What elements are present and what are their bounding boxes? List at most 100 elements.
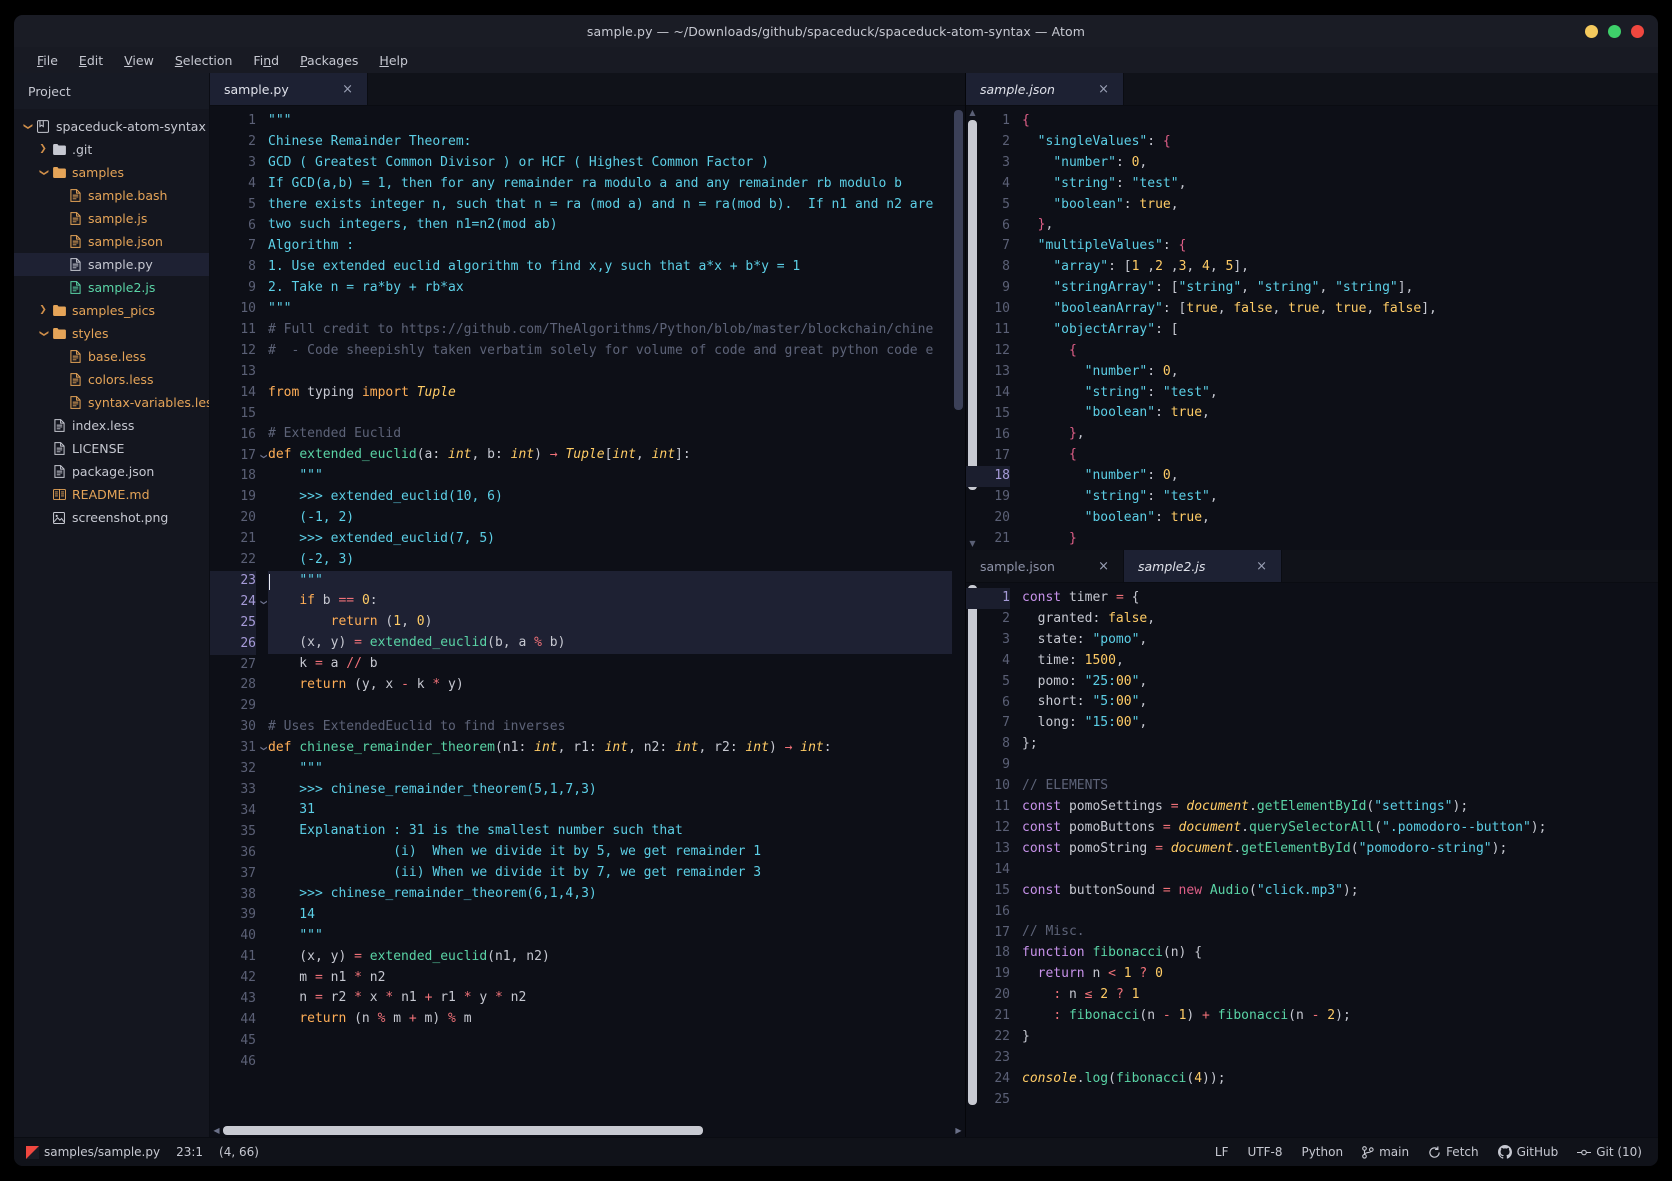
line-number: 12 — [994, 342, 1010, 358]
code-line: """ — [299, 468, 323, 484]
pane-right-column: sample.json × ▲ ▼ 1 2 3 4 5 6 7 8 9 10 11 12 13 14 15 16… — [966, 73, 1658, 1137]
minimize-button[interactable] — [1585, 24, 1598, 38]
status-fetch[interactable]: Fetch — [1428, 1145, 1479, 1159]
tree-item-base-less[interactable]: base.less — [14, 345, 209, 368]
tree-item-label: styles — [72, 326, 109, 341]
tree-item-sample2-js[interactable]: sample2.js — [14, 276, 209, 299]
file-icon — [66, 258, 84, 271]
scroll-track[interactable] — [223, 1126, 952, 1135]
line-numbers-js: 1 2 3 4 5 6 7 8 9 10 11 12 13 14 15 16 17 18 19 20 21 22 23 24 2… — [966, 583, 1018, 1137]
editor-json[interactable]: ▲ ▼ 1 2 3 4 5 6 7 8 9 10 11 12 13 14 15 16 17 18 19 20 21 { … — [966, 106, 1658, 551]
editor-javascript[interactable]: 1 2 3 4 5 6 7 8 9 10 11 12 13 14 15 16 17 18 19 20 21 22 23 24 2… — [966, 583, 1658, 1137]
status-branch[interactable]: main — [1362, 1145, 1409, 1159]
close-icon[interactable]: × — [1098, 559, 1109, 574]
code-line: function fibonacci(n) { — [1022, 945, 1203, 961]
line-number: 31 ❯ — [210, 738, 267, 759]
file-icon — [66, 189, 84, 202]
tab-sample-py[interactable]: sample.py × — [210, 73, 368, 105]
status-cursor-position[interactable]: 23:1 — [176, 1145, 203, 1159]
chevron-down-icon[interactable]: ❯ — [39, 166, 49, 180]
menu-file[interactable]: File — [28, 50, 67, 71]
tab-sample2-js[interactable]: sample2.js × — [1124, 550, 1282, 583]
tree-item-samples-pics[interactable]: ❯ samples_pics — [14, 299, 209, 322]
line-number: 19 — [994, 489, 1010, 505]
line-number: 25 — [210, 612, 256, 634]
menu-find[interactable]: Find — [244, 50, 288, 71]
tree-item-sample-json[interactable]: sample.json — [14, 230, 209, 253]
code-content-json[interactable]: { "singleValues": { "number": 0, "string… — [1018, 106, 1658, 550]
code-line: Algorithm : — [268, 238, 355, 254]
editor-python[interactable]: 1 2 3 4 5 6 7 8 9 10 11 12 13 14 15 16 17 ❯ 18 19 20 21 22 23 24… — [210, 106, 965, 1124]
tree-item-sample-py[interactable]: sample.py — [14, 253, 209, 276]
scroll-left-arrow[interactable]: ◀ — [210, 1126, 223, 1135]
tree-item-package-json[interactable]: package.json — [14, 460, 209, 483]
status-selection-size[interactable]: (4, 66) — [219, 1145, 259, 1159]
scroll-thumb[interactable] — [954, 110, 963, 410]
maximize-button[interactable] — [1608, 24, 1621, 38]
code-line: Chinese Remainder Theorem: — [268, 133, 472, 149]
tree-item-colors-less[interactable]: colors.less — [14, 368, 209, 391]
code-line: } — [1068, 530, 1077, 546]
scroll-right-arrow[interactable]: ▶ — [952, 1126, 965, 1135]
chevron-right-icon[interactable]: ❯ — [36, 306, 50, 315]
horizontal-scrollbar-left[interactable]: ◀ ▶ — [210, 1124, 965, 1137]
code-content-left[interactable]: """ Chinese Remainder Theorem: GCD ( Great… — [264, 106, 965, 1124]
line-number: 18 — [240, 468, 256, 484]
line-number: 25 — [994, 1091, 1010, 1107]
git-commit-icon — [1577, 1149, 1592, 1155]
file-icon — [66, 235, 84, 248]
menu-view[interactable]: View — [115, 50, 163, 71]
line-number: 24 — [994, 1070, 1010, 1086]
tree-item-styles[interactable]: ❯ styles — [14, 322, 209, 345]
tree-item-syntax-variables-less[interactable]: syntax-variables.less — [14, 391, 209, 414]
scroll-thumb[interactable] — [223, 1126, 703, 1135]
tree-item-spaceduck-atom-syntax[interactable]: ❯ spaceduck-atom-syntax — [14, 115, 209, 138]
status-file-item[interactable]: samples/sample.py — [26, 1145, 160, 1159]
status-grammar[interactable]: Python — [1301, 1145, 1343, 1159]
code-line: const pomoButtons = document.querySelect… — [1022, 819, 1547, 835]
tree-item-samples[interactable]: ❯ samples — [14, 161, 209, 184]
line-number: 17 — [994, 924, 1010, 940]
status-github[interactable]: GitHub — [1497, 1145, 1558, 1159]
file-icon — [66, 281, 84, 294]
code-line: } — [1022, 1028, 1030, 1044]
status-git-label: Git (10) — [1596, 1145, 1642, 1159]
code-line: (i) When we divide it by 5, we get remai… — [268, 844, 762, 860]
tree-item-readme-md[interactable]: README.md — [14, 483, 209, 506]
line-number: 45 — [240, 1032, 256, 1048]
tree-item-screenshot-png[interactable]: screenshot.png — [14, 506, 209, 529]
chevron-down-icon[interactable]: ❯ — [39, 327, 49, 341]
tree-item-sample-js[interactable]: sample.js — [14, 207, 209, 230]
code-line: >>> extended_euclid(7, 5) — [268, 530, 495, 546]
line-number: 6 — [1002, 694, 1010, 710]
tree-item-index-less[interactable]: index.less — [14, 414, 209, 437]
tree-item--git[interactable]: ❯ .git — [14, 138, 209, 161]
menu-edit[interactable]: Edit — [70, 50, 112, 71]
status-line-ending[interactable]: LF — [1215, 1145, 1229, 1159]
menu-help[interactable]: Help — [370, 50, 417, 71]
close-icon[interactable]: × — [1098, 82, 1109, 97]
chevron-down-icon[interactable]: ❯ — [23, 120, 33, 134]
git-branch-icon — [1362, 1145, 1374, 1159]
status-git[interactable]: Git (10) — [1577, 1145, 1642, 1159]
chevron-right-icon[interactable]: ❯ — [36, 145, 50, 154]
vertical-scrollbar-left[interactable] — [952, 106, 965, 1124]
tab-sample-json[interactable]: sample.json × — [966, 550, 1124, 583]
code-content-js[interactable]: const timer = { granted: false, state: "… — [1018, 583, 1658, 1137]
code-line: "boolean": true, — [1053, 196, 1179, 212]
tree-item-sample-bash[interactable]: sample.bash — [14, 184, 209, 207]
tree-item-license[interactable]: LICENSE — [14, 437, 209, 460]
close-button[interactable] — [1631, 24, 1644, 38]
tab-sample-json[interactable]: sample.json × — [966, 73, 1124, 105]
menu-selection[interactable]: Selection — [166, 50, 242, 71]
status-encoding[interactable]: UTF-8 — [1247, 1145, 1282, 1159]
close-icon[interactable]: × — [342, 82, 353, 97]
line-number: 2 — [1002, 133, 1010, 149]
code-line: (x, y) = extended_euclid(n1, n2) — [268, 948, 550, 964]
tree-item-label: samples — [72, 165, 124, 180]
close-icon[interactable]: × — [1256, 559, 1267, 574]
line-number: 14 — [994, 384, 1010, 400]
code-line: """ — [299, 760, 323, 776]
menu-packages[interactable]: Packages — [291, 50, 367, 71]
